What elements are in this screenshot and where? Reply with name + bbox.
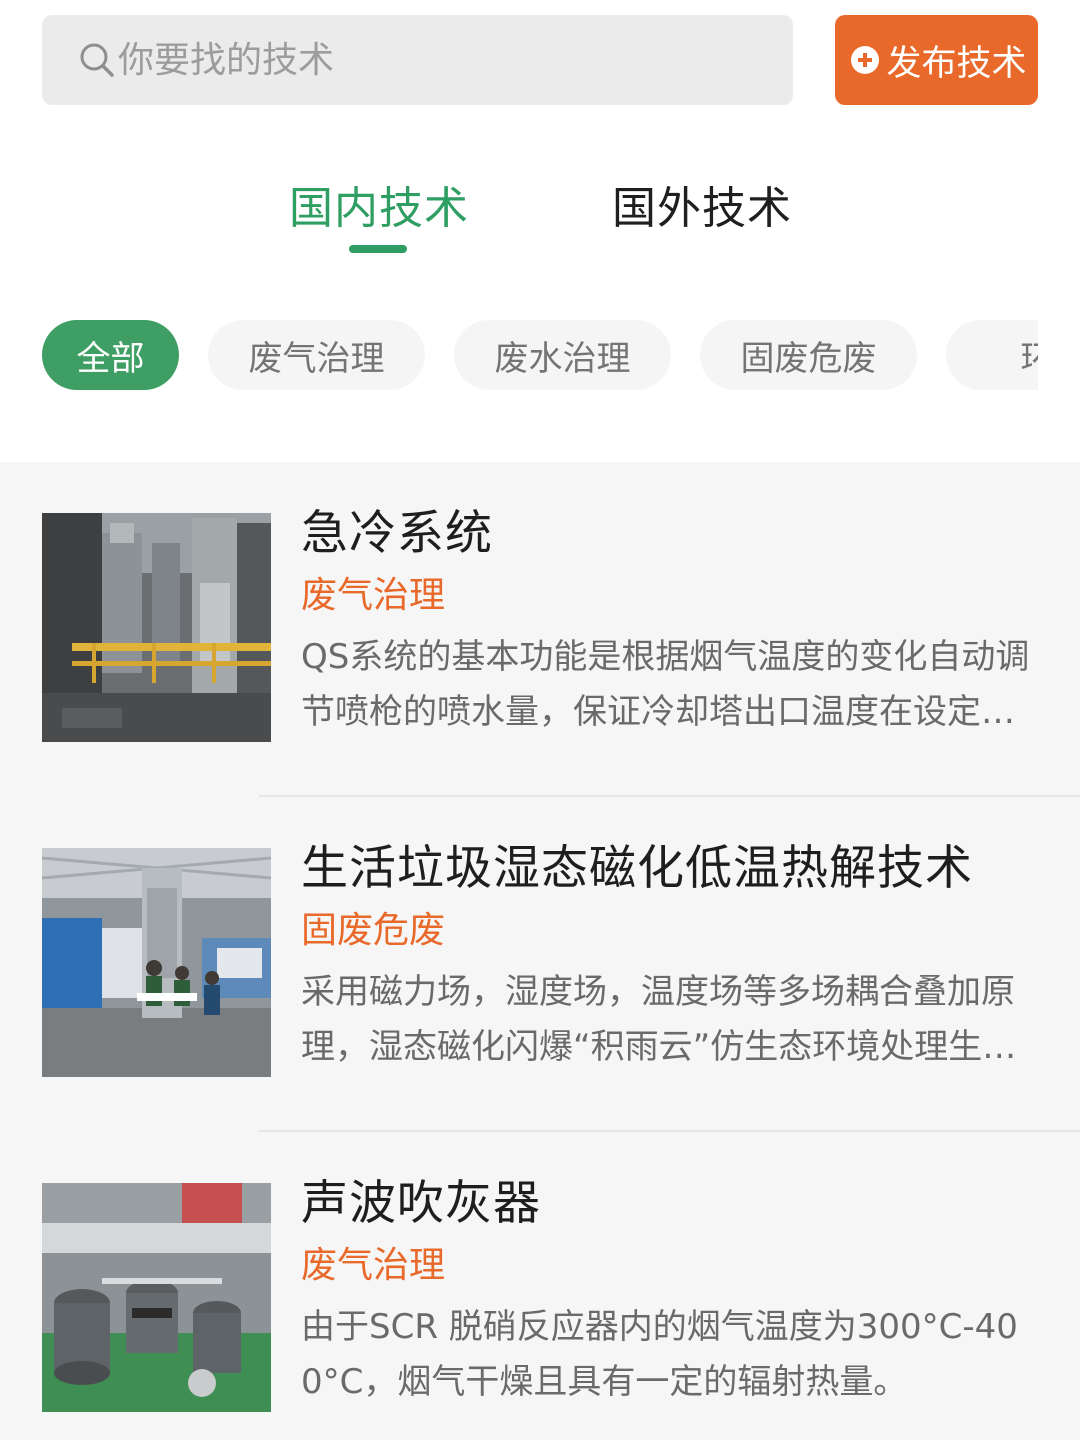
exhibition-booth-photo <box>42 848 271 1077</box>
category-chip-solid-hazardous-waste[interactable]: 固废危废 <box>700 320 917 390</box>
tab-bar: 国内技术 国外技术 <box>0 172 1080 262</box>
item-description: 由于SCR 脱硝反应器内的烟气温度为300°C-400°C，烟气干燥且具有一定的… <box>301 1307 1018 1402</box>
search-bar[interactable] <box>42 15 793 105</box>
list-item[interactable]: 声波吹灰器 废气治理 由于SCR 脱硝反应器内的烟气温度为300°C-400°C… <box>0 1132 1080 1440</box>
item-title: 生活垃圾湿态磁化低温热解技术 <box>301 841 973 896</box>
tab-foreign-tech[interactable]: 国外技术 <box>612 172 792 236</box>
sonic-horn-product-photo <box>42 1183 271 1412</box>
category-filter-bar[interactable]: 全部 废气治理 废水治理 固废危废 环境 <box>42 320 1038 392</box>
category-chip-environment[interactable]: 环境 <box>946 320 1038 390</box>
publish-button-label: 发布技术 <box>886 43 1027 84</box>
plus-circle-icon <box>851 46 880 74</box>
item-title: 声波吹灰器 <box>301 1176 541 1231</box>
category-chip-waste-gas[interactable]: 废气治理 <box>208 320 425 390</box>
item-category: 固废危废 <box>301 910 446 951</box>
publish-tech-button[interactable]: 发布技术 <box>835 15 1038 105</box>
item-category: 废气治理 <box>301 575 446 616</box>
tech-list: 急冷系统 废气治理 QS系统的基本功能是根据烟气温度的变化自动调节喷枪的喷水量，… <box>0 462 1080 1440</box>
item-description: QS系统的基本功能是根据烟气温度的变化自动调节喷枪的喷水量，保证冷却塔出口温度在… <box>301 637 1030 732</box>
industrial-plant-photo <box>42 513 271 742</box>
search-icon <box>80 43 114 77</box>
list-item[interactable]: 急冷系统 废气治理 QS系统的基本功能是根据烟气温度的变化自动调节喷枪的喷水量，… <box>0 462 1080 797</box>
category-chip-all[interactable]: 全部 <box>42 320 179 390</box>
item-category: 废气治理 <box>301 1245 446 1286</box>
search-input[interactable] <box>116 30 738 90</box>
active-tab-indicator <box>349 245 407 253</box>
tab-domestic-tech[interactable]: 国内技术 <box>289 172 469 236</box>
list-item[interactable]: 生活垃圾湿态磁化低温热解技术 固废危废 采用磁力场，湿度场，温度场等多场耦合叠加… <box>0 797 1080 1132</box>
category-chip-waste-water[interactable]: 废水治理 <box>454 320 671 390</box>
item-title: 急冷系统 <box>301 506 493 561</box>
item-description: 采用磁力场，湿度场，温度场等多场耦合叠加原理，湿态磁化闪爆“积雨云”仿生态环境处… <box>301 972 1017 1067</box>
